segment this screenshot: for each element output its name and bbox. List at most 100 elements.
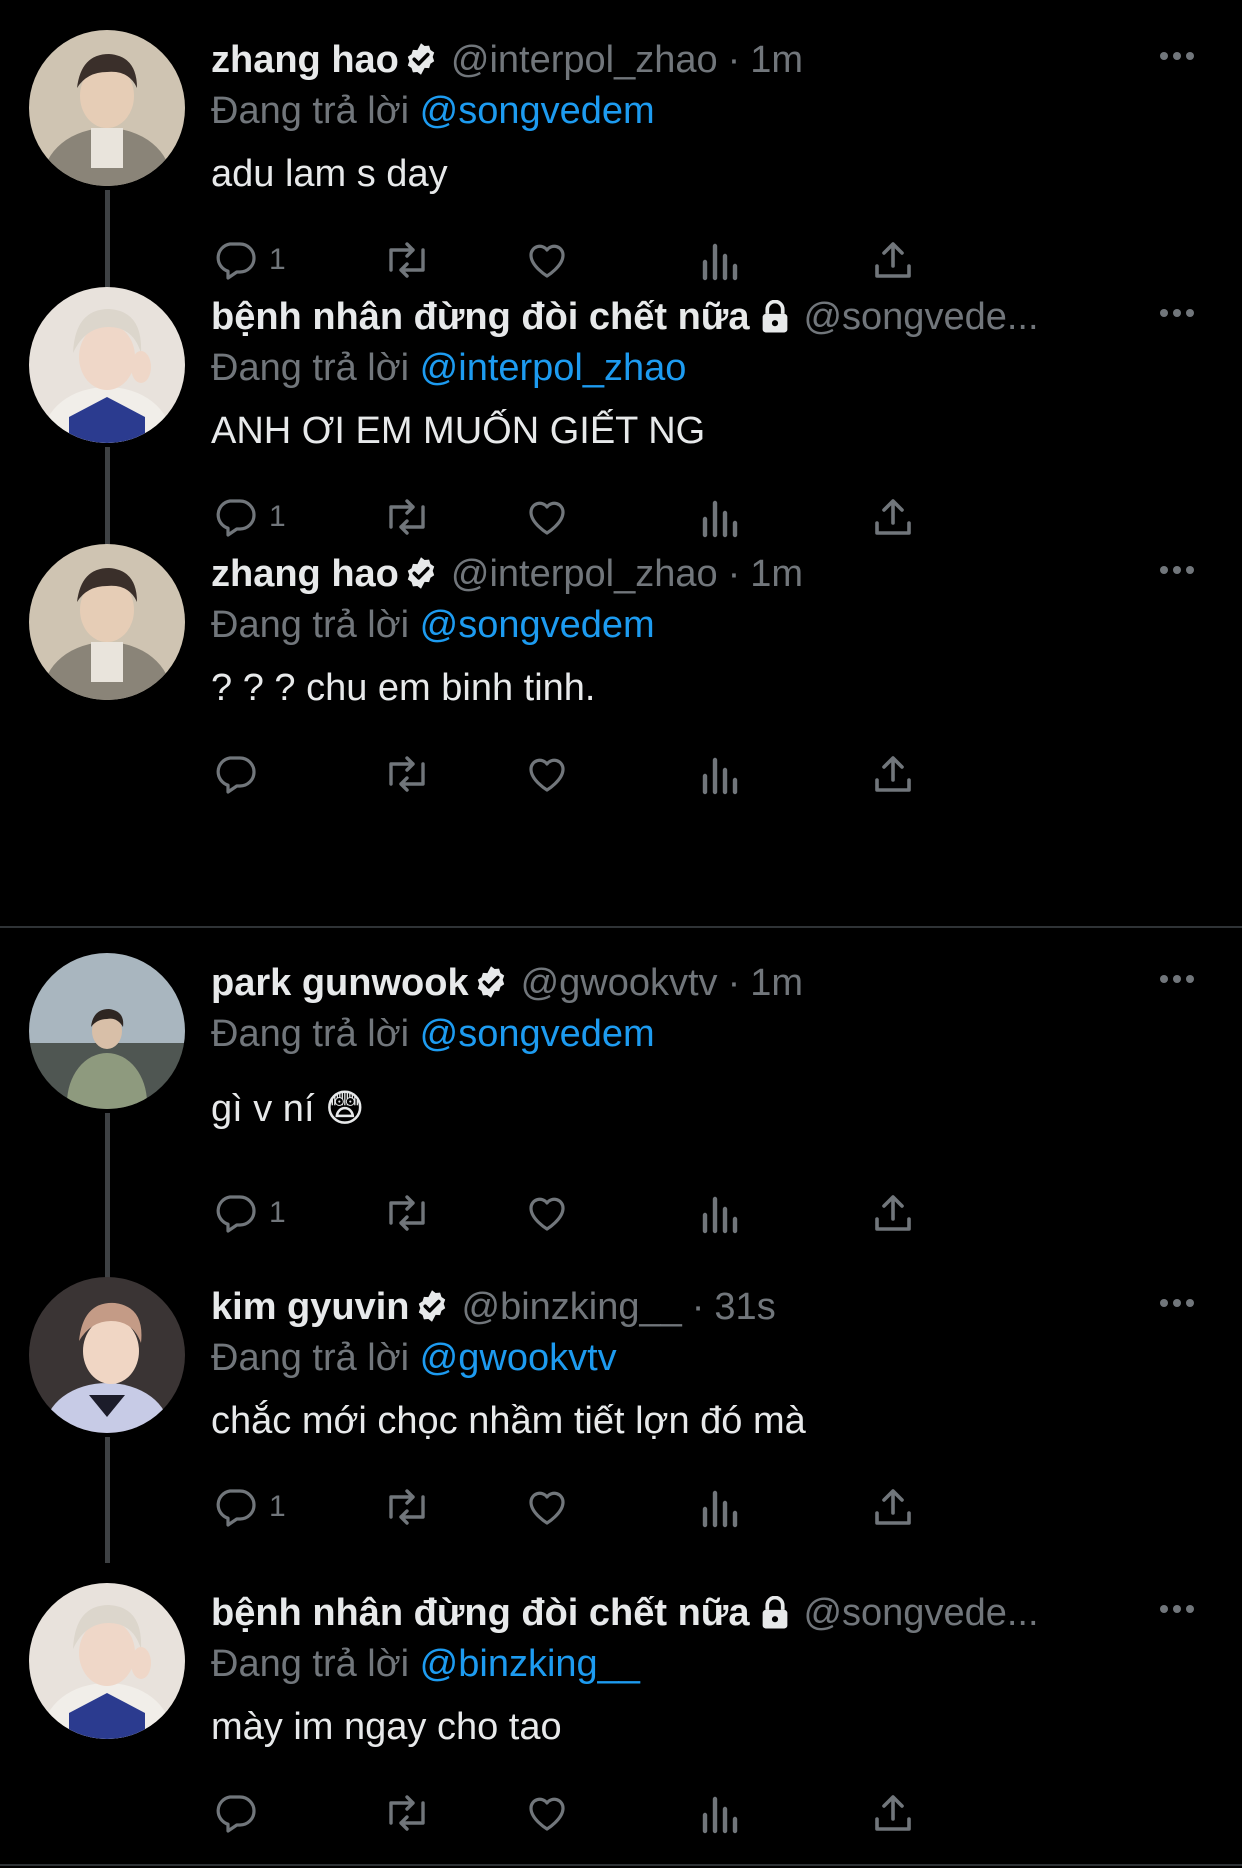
tweet-text: chắc mới chọc nhầm tiết lợn đó mà bbox=[211, 1400, 806, 1442]
reply-button[interactable]: 1 bbox=[211, 1477, 286, 1537]
tweet-4[interactable]: kim gyuvin @binzking__ · 31s Đang trả lời @… bbox=[0, 1277, 1242, 1567]
share-button[interactable] bbox=[869, 1477, 917, 1537]
retweet-button[interactable] bbox=[381, 487, 433, 547]
share-icon bbox=[869, 493, 917, 541]
handle[interactable]: @interpol_zhao bbox=[451, 39, 718, 81]
reply-prefix: Đang trả lời bbox=[211, 604, 410, 646]
tweet-2[interactable]: zhang hao @interpol_zhao · 1m Đang trả lời … bbox=[0, 544, 1242, 924]
retweet-button[interactable] bbox=[381, 1183, 433, 1243]
reply-mention[interactable]: @gwookvtv bbox=[420, 1337, 617, 1379]
share-button[interactable] bbox=[869, 1183, 917, 1243]
lock-icon bbox=[759, 1592, 791, 1639]
handle[interactable]: @gwookvtv bbox=[521, 962, 718, 1004]
handle[interactable]: @songvede... bbox=[803, 296, 1038, 338]
tweet-header: bệnh nhân đừng đòi chết nữa @songvede... bbox=[211, 291, 1112, 343]
display-name[interactable]: bệnh nhân đừng đòi chết nữa bbox=[211, 1592, 749, 1634]
tweet-5[interactable]: bệnh nhân đừng đòi chết nữa @songvede... … bbox=[0, 1583, 1242, 1868]
share-button[interactable] bbox=[869, 230, 917, 290]
timestamp[interactable]: 1m bbox=[750, 553, 803, 595]
share-icon bbox=[869, 750, 917, 798]
retweet-icon bbox=[381, 1789, 433, 1837]
display-name[interactable]: kim gyuvin bbox=[211, 1286, 410, 1328]
tweet-text: mày im ngay cho tao bbox=[211, 1706, 562, 1748]
thread-line bbox=[105, 1437, 110, 1563]
avatar[interactable] bbox=[29, 287, 185, 443]
handle[interactable]: @interpol_zhao bbox=[451, 553, 718, 595]
reply-count: 1 bbox=[269, 1490, 286, 1523]
reply-mention[interactable]: @interpol_zhao bbox=[420, 347, 687, 389]
retweet-button[interactable] bbox=[381, 1477, 433, 1537]
handle[interactable]: @songvede... bbox=[803, 1592, 1038, 1634]
more-icon[interactable] bbox=[1152, 1281, 1202, 1325]
views-button[interactable] bbox=[699, 1783, 743, 1843]
like-button[interactable] bbox=[523, 744, 571, 804]
reply-mention[interactable]: @songvedem bbox=[420, 604, 655, 646]
display-name[interactable]: zhang hao bbox=[211, 553, 399, 595]
retweet-button[interactable] bbox=[381, 744, 433, 804]
views-button[interactable] bbox=[699, 744, 743, 804]
more-icon[interactable] bbox=[1152, 291, 1202, 335]
reply-context: Đang trả lời @binzking__ bbox=[211, 1639, 640, 1689]
views-icon bbox=[699, 493, 743, 541]
share-icon bbox=[869, 1189, 917, 1237]
retweet-button[interactable] bbox=[381, 230, 433, 290]
more-icon[interactable] bbox=[1152, 34, 1202, 78]
share-button[interactable] bbox=[869, 487, 917, 547]
reply-mention[interactable]: @songvedem bbox=[420, 1013, 655, 1055]
views-button[interactable] bbox=[699, 1183, 743, 1243]
share-icon bbox=[869, 1789, 917, 1837]
avatar[interactable] bbox=[29, 544, 185, 700]
reply-prefix: Đang trả lời bbox=[211, 1643, 410, 1685]
avatar[interactable] bbox=[29, 1583, 185, 1739]
tweet-1[interactable]: bệnh nhân đừng đòi chết nữa @songvede... … bbox=[0, 287, 1242, 577]
lock-icon bbox=[759, 296, 791, 343]
views-button[interactable] bbox=[699, 487, 743, 547]
reply-prefix: Đang trả lời bbox=[211, 1013, 410, 1055]
avatar[interactable] bbox=[29, 1277, 185, 1433]
like-icon bbox=[523, 1483, 571, 1531]
views-button[interactable] bbox=[699, 1477, 743, 1537]
tweet-header: kim gyuvin @binzking__ · 31s bbox=[211, 1281, 1112, 1333]
tweet-header: zhang hao @interpol_zhao · 1m bbox=[211, 548, 1112, 600]
like-icon bbox=[523, 1189, 571, 1237]
reply-count: 1 bbox=[269, 500, 286, 533]
tweet-3[interactable]: park gunwook @gwookvtv · 1m Đang trả lời @s… bbox=[0, 953, 1242, 1279]
timestamp[interactable]: 1m bbox=[750, 962, 803, 1004]
timestamp[interactable]: 1m bbox=[750, 39, 803, 81]
share-button[interactable] bbox=[869, 1783, 917, 1843]
more-icon[interactable] bbox=[1152, 548, 1202, 592]
avatar[interactable] bbox=[29, 30, 185, 186]
display-name[interactable]: zhang hao bbox=[211, 39, 399, 81]
views-button[interactable] bbox=[699, 230, 743, 290]
reply-button[interactable]: 1 bbox=[211, 1183, 286, 1243]
display-name[interactable]: bệnh nhân đừng đòi chết nữa bbox=[211, 296, 749, 338]
like-button[interactable] bbox=[523, 1783, 571, 1843]
like-button[interactable] bbox=[523, 230, 571, 290]
tweet-text: ANH ƠI EM MUỐN GIẾT NG bbox=[211, 410, 706, 452]
reply-button[interactable] bbox=[211, 1783, 269, 1843]
verified-badge-icon bbox=[403, 39, 439, 86]
avatar[interactable] bbox=[29, 953, 185, 1109]
timestamp[interactable]: 31s bbox=[714, 1286, 775, 1328]
handle[interactable]: @binzking__ bbox=[462, 1286, 682, 1328]
share-button[interactable] bbox=[869, 744, 917, 804]
share-icon bbox=[869, 1483, 917, 1531]
reply-mention[interactable]: @songvedem bbox=[420, 90, 655, 132]
tweet-0[interactable]: zhang hao @interpol_zhao · 1m Đang trả lời … bbox=[0, 30, 1242, 320]
reply-button[interactable] bbox=[211, 744, 269, 804]
reply-button[interactable]: 1 bbox=[211, 487, 286, 547]
reply-button[interactable]: 1 bbox=[211, 230, 286, 290]
reply-mention[interactable]: @binzking__ bbox=[420, 1643, 640, 1685]
more-icon[interactable] bbox=[1152, 957, 1202, 1001]
retweet-icon bbox=[381, 1483, 433, 1531]
retweet-button[interactable] bbox=[381, 1783, 433, 1843]
retweet-icon bbox=[381, 1189, 433, 1237]
like-button[interactable] bbox=[523, 1477, 571, 1537]
more-icon[interactable] bbox=[1152, 1587, 1202, 1631]
display-name[interactable]: park gunwook bbox=[211, 962, 469, 1004]
verified-badge-icon bbox=[403, 553, 439, 600]
verified-badge-icon bbox=[473, 962, 509, 1009]
like-button[interactable] bbox=[523, 487, 571, 547]
like-button[interactable] bbox=[523, 1183, 571, 1243]
retweet-icon bbox=[381, 493, 433, 541]
